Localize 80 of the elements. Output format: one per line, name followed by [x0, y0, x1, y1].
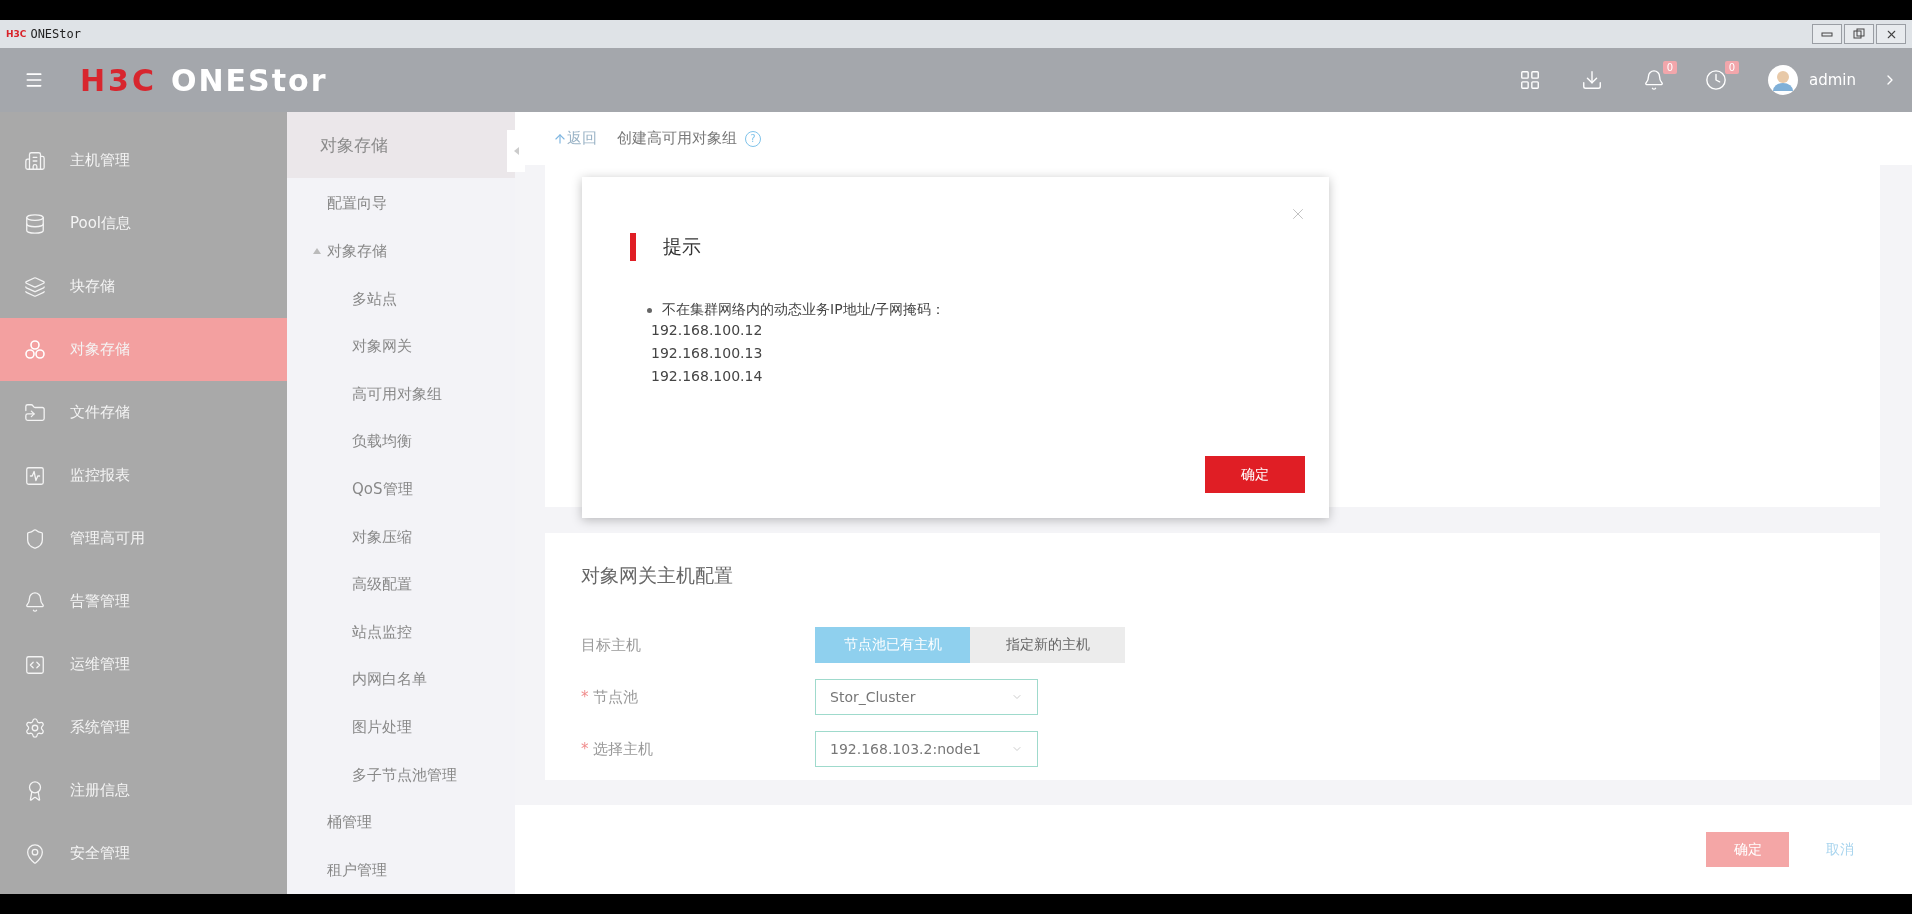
bell-icon	[24, 590, 46, 613]
database-icon	[24, 212, 46, 235]
field-label: 选择主机	[592, 739, 653, 759]
submenu-item[interactable]: 高级配置	[287, 560, 515, 609]
minimize-icon	[1821, 30, 1833, 38]
sidebar-item[interactable]: Pool信息	[0, 192, 287, 255]
circles-icon	[24, 338, 46, 361]
section-title: 对象网关主机配置	[581, 563, 734, 588]
submenu-item[interactable]: 多站点	[287, 275, 515, 323]
submenu-item[interactable]: 桶管理	[287, 798, 515, 847]
code-icon	[24, 653, 46, 676]
field-label: 目标主机	[581, 635, 642, 655]
logo-text: ONEStor	[171, 62, 328, 98]
select-field[interactable]: 192.168.103.2:node1	[815, 731, 1038, 767]
sidebar-item[interactable]: 安全管理	[0, 822, 287, 885]
download-icon[interactable]	[1581, 69, 1603, 91]
menu-icon[interactable]	[24, 70, 44, 90]
restore-button[interactable]	[1844, 24, 1874, 44]
page-title: 创建高可用对象组	[617, 129, 737, 148]
count-badge: 0	[1662, 61, 1677, 74]
sidebar-item[interactable]: 注册信息	[0, 759, 287, 822]
minimize-button[interactable]	[1812, 24, 1842, 44]
activity-icon	[24, 464, 46, 487]
submenu-item[interactable]: 图片处理	[287, 703, 515, 752]
submenu-title: 对象存储	[287, 112, 515, 179]
submenu-item[interactable]: 租户管理	[287, 846, 515, 894]
logo-mark: H3C	[80, 62, 157, 98]
sidebar-item[interactable]: 系统管理	[0, 696, 287, 759]
sidebar-item[interactable]: 监控报表	[0, 444, 287, 507]
bullet-icon	[647, 307, 652, 313]
required-mark: *	[581, 739, 589, 759]
avatar-icon[interactable]	[1767, 64, 1799, 96]
ok-button[interactable]: 确定	[1205, 456, 1305, 493]
count-badge: 0	[1724, 61, 1739, 74]
submenu-item[interactable]: 内网白名单	[287, 656, 515, 704]
sidebar-item[interactable]: 文件存储	[0, 381, 287, 444]
shield-icon	[24, 527, 46, 550]
folder-icon	[24, 401, 46, 424]
sidebar-item[interactable]: 告警管理	[0, 570, 287, 633]
sidebar-item[interactable]: 主机管理	[0, 129, 287, 192]
submenu-item[interactable]: 对象存储	[287, 227, 515, 276]
layers-icon	[24, 275, 46, 298]
ip-address: 192.168.100.13	[650, 344, 764, 363]
submenu-item[interactable]: 负载均衡	[287, 418, 515, 466]
pin-icon	[24, 842, 46, 865]
back-link[interactable]: 返回	[553, 129, 597, 148]
dialog-title: 提示	[663, 234, 701, 259]
segment-button[interactable]: 指定新的主机	[970, 627, 1125, 663]
confirm-button[interactable]: 确定	[1706, 832, 1789, 867]
sidebar-item[interactable]: 运维管理	[0, 633, 287, 696]
submenu-item[interactable]: 对象网关	[287, 322, 515, 371]
submenu-item[interactable]: 高可用对象组	[287, 370, 515, 419]
sidebar-item[interactable]: 管理高可用	[0, 507, 287, 570]
required-mark: *	[581, 687, 589, 707]
dialog-message: 不在集群网络内的动态业务IP地址/子网掩码：	[662, 301, 946, 319]
caret-up-icon	[313, 248, 321, 255]
field-label: 节点池	[592, 687, 638, 707]
ip-address: 192.168.100.14	[650, 367, 764, 386]
restore-icon	[1853, 28, 1865, 40]
submenu-item[interactable]: 多子节点池管理	[287, 751, 515, 799]
submenu-item[interactable]: 配置向导	[287, 180, 515, 228]
segment-button[interactable]: 节点池已有主机	[815, 627, 970, 663]
close-button[interactable]	[1876, 24, 1906, 44]
submenu-item[interactable]: 对象压缩	[287, 513, 515, 561]
sidebar-item[interactable]: 对象存储	[0, 318, 287, 381]
clock-icon[interactable]	[1705, 69, 1727, 91]
select-field[interactable]: Stor_Cluster	[815, 679, 1038, 715]
window-title: ONEStor	[30, 27, 81, 41]
user-name[interactable]: admin	[1809, 71, 1856, 89]
grid-icon[interactable]	[1519, 69, 1541, 91]
building-icon	[24, 149, 46, 172]
app-logo: H3C	[6, 29, 27, 39]
ip-address: 192.168.100.12	[650, 321, 764, 340]
bell-icon[interactable]	[1643, 69, 1665, 91]
sidebar-item[interactable]: 块存储	[0, 255, 287, 318]
submenu-item[interactable]: QoS管理	[287, 465, 515, 514]
triangle-icon	[513, 147, 519, 155]
title-bar-icon	[630, 233, 636, 261]
submenu-item[interactable]: 站点监控	[287, 608, 515, 657]
settings-icon	[24, 716, 46, 739]
